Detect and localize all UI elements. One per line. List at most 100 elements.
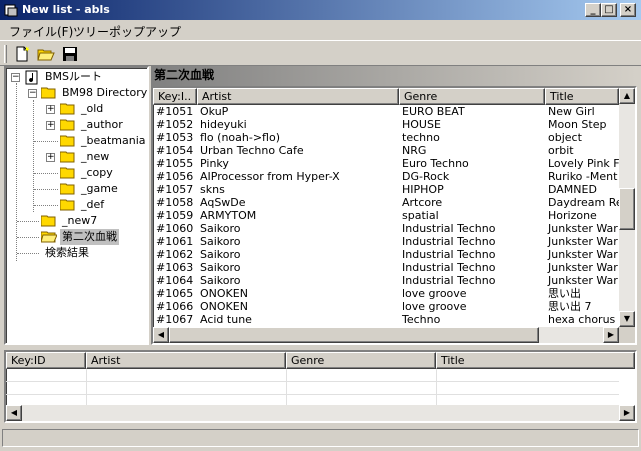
- table-row[interactable]: #1066 ONOKEN love groove 思い出 7: [153, 300, 619, 313]
- grid-line: [286, 369, 287, 410]
- collapse-toggle[interactable]: −: [11, 73, 20, 82]
- table-row[interactable]: #1058 AqSwDe Artcore Daydream Re: [153, 196, 619, 209]
- tree-line: [17, 253, 39, 254]
- menu-file[interactable]: ファイル(F): [9, 23, 73, 40]
- list-horizontal-scrollbar[interactable]: ◀ ▶: [153, 327, 619, 343]
- scroll-right-icon[interactable]: ▶: [619, 405, 635, 421]
- cell-title: Junkster War: [548, 235, 618, 248]
- column-header-artist[interactable]: Artist: [86, 352, 286, 369]
- cell-artist: Saikoro: [200, 222, 241, 235]
- cell-key: #1062: [156, 248, 194, 261]
- cell-key: #1053: [156, 131, 194, 144]
- cell-artist: flo (noah->flo): [200, 131, 280, 144]
- table-row[interactable]: #1052 hideyuki HOUSE Moon Step: [153, 118, 619, 131]
- scroll-down-icon[interactable]: ▼: [619, 311, 635, 327]
- tree-line: [17, 221, 39, 222]
- table-row[interactable]: #1051 OkuP EURO BEAT New Girl: [153, 105, 619, 118]
- tree-line: [17, 237, 39, 238]
- window-title: New list - abls: [22, 3, 110, 16]
- minimize-button[interactable]: _: [585, 3, 601, 17]
- grid-line: [436, 369, 437, 410]
- table-row[interactable]: #1065 ONOKEN love groove 思い出: [153, 287, 619, 300]
- table-row[interactable]: #1064 Saikoro Industrial Techno Junkster Wa…: [153, 274, 619, 287]
- column-header-genre[interactable]: Genre: [286, 352, 436, 369]
- detail-horizontal-scrollbar[interactable]: ◀ ▶: [6, 405, 635, 421]
- toolbar-grip: [4, 45, 7, 63]
- column-header-key-id[interactable]: Key:ID: [6, 352, 86, 369]
- cell-artist: skns: [200, 183, 225, 196]
- scroll-left-icon[interactable]: ◀: [6, 405, 22, 421]
- new-document-icon[interactable]: [13, 45, 33, 63]
- expand-toggle[interactable]: +: [46, 153, 55, 162]
- detail-list[interactable]: Key:ID Artist Genre Title ◀ ▶: [4, 350, 637, 423]
- table-row[interactable]: #1056 AIProcessor from Hyper-X DG-Rock Ruri…: [153, 170, 619, 183]
- menu-tree-popup[interactable]: ツリーポップアップ: [73, 23, 181, 40]
- cell-key: #1057: [156, 183, 194, 196]
- cell-title: Moon Step: [548, 118, 607, 131]
- title-bar[interactable]: New list - abls _ □ ×: [0, 0, 641, 20]
- table-row[interactable]: #1063 Saikoro Industrial Techno Junkster Wa…: [153, 261, 619, 274]
- scroll-right-icon[interactable]: ▶: [603, 327, 619, 343]
- scroll-left-icon[interactable]: ◀: [153, 327, 169, 343]
- cell-key: #1060: [156, 222, 194, 235]
- expand-toggle[interactable]: +: [46, 105, 55, 114]
- cell-artist: Saikoro: [200, 235, 241, 248]
- folder-icon: [60, 183, 75, 195]
- status-bar: [2, 429, 639, 447]
- cell-artist: Saikoro: [200, 261, 241, 274]
- cell-genre: Techno: [402, 313, 441, 326]
- close-button[interactable]: ×: [620, 3, 636, 17]
- cell-key: #1061: [156, 235, 194, 248]
- cell-key: #1052: [156, 118, 194, 131]
- folder-open-icon: [41, 87, 56, 99]
- tree-line: [34, 141, 58, 142]
- save-disk-icon[interactable]: [61, 45, 81, 63]
- cell-genre: love groove: [402, 287, 467, 300]
- table-row[interactable]: #1054 Urban Techno Cafe NRG orbit: [153, 144, 619, 157]
- table-row[interactable]: #1067 Acid tune Techno hexa chorus: [153, 313, 619, 326]
- table-row[interactable]: #1062 Saikoro Industrial Techno Junkster Wa…: [153, 248, 619, 261]
- folder-icon: [60, 167, 75, 179]
- cell-title: 思い出 7: [548, 300, 592, 313]
- cell-artist: OkuP: [200, 105, 229, 118]
- collapse-toggle[interactable]: −: [28, 89, 37, 98]
- tree-line: [33, 100, 34, 212]
- scroll-up-icon[interactable]: ▲: [619, 88, 635, 104]
- menu-bar: ファイル(F) ツリーポップアップ: [0, 20, 641, 40]
- column-header-title[interactable]: Title: [436, 352, 635, 369]
- folder-icon: [41, 215, 56, 227]
- table-row[interactable]: #1055 Pinky Euro Techno Lovely Pink F: [153, 157, 619, 170]
- column-header-title[interactable]: Title: [545, 88, 619, 105]
- cell-genre: Industrial Techno: [402, 261, 496, 274]
- list-vertical-scrollbar[interactable]: ▲ ▼: [619, 88, 635, 327]
- cell-title: Daydream Re: [548, 196, 619, 209]
- scroll-thumb[interactable]: [619, 188, 635, 230]
- cell-title: hexa chorus: [548, 313, 616, 326]
- folder-tree[interactable]: − BMSルート − BM98 Directory + _old + _auth…: [4, 66, 149, 345]
- cell-title: 思い出: [548, 287, 581, 300]
- cell-artist: AIProcessor from Hyper-X: [200, 170, 340, 183]
- cell-artist: AqSwDe: [200, 196, 246, 209]
- folder-icon: [60, 103, 75, 115]
- column-header-genre[interactable]: Genre: [399, 88, 545, 105]
- cell-artist: ARMYTOM: [200, 209, 257, 222]
- scroll-thumb[interactable]: [169, 327, 539, 343]
- cell-genre: NRG: [402, 144, 427, 157]
- table-row[interactable]: #1060 Saikoro Industrial Techno Junkster Wa…: [153, 222, 619, 235]
- table-row[interactable]: #1059 ARMYTOM spatial Horizone: [153, 209, 619, 222]
- cell-key: #1064: [156, 274, 194, 287]
- cell-key: #1066: [156, 300, 194, 313]
- table-row[interactable]: #1061 Saikoro Industrial Techno Junkster Wa…: [153, 235, 619, 248]
- cell-title: DAMNED: [548, 183, 597, 196]
- cell-genre: Industrial Techno: [402, 274, 496, 287]
- table-row[interactable]: #1057 skns HIPHOP DAMNED: [153, 183, 619, 196]
- open-folder-icon[interactable]: [37, 45, 57, 63]
- column-header-artist[interactable]: Artist: [197, 88, 399, 105]
- table-row[interactable]: #1053 flo (noah->flo) techno object: [153, 131, 619, 144]
- maximize-button[interactable]: □: [601, 3, 617, 17]
- column-header-key[interactable]: Key:I..: [153, 88, 197, 105]
- cell-genre: spatial: [402, 209, 439, 222]
- folder-icon: [60, 119, 75, 131]
- expand-toggle[interactable]: +: [46, 121, 55, 130]
- song-list[interactable]: Key:I.. Artist Genre Title #1051 OkuP EURO…: [151, 86, 637, 345]
